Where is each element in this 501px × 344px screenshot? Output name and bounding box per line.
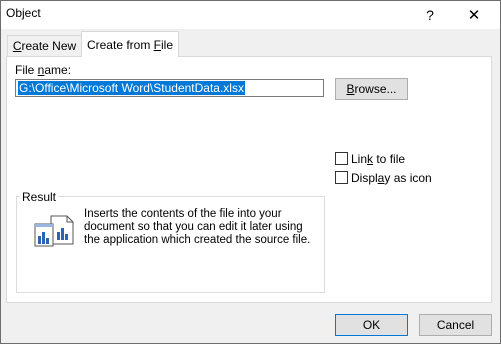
embed-file-chart-icon (34, 215, 74, 247)
link-to-file-label[interactable]: Link to file (351, 152, 405, 166)
file-name-input[interactable]: G:\Office\Microsoft Word\StudentData.xls… (15, 79, 324, 97)
cancel-button[interactable]: Cancel (419, 314, 492, 336)
link-to-file-checkbox[interactable] (335, 152, 348, 165)
ok-button[interactable]: OK (335, 314, 408, 336)
cancel-label: Cancel (436, 318, 475, 332)
browse-button[interactable]: Browse... (335, 78, 408, 100)
file-name-value: G:\Office\Microsoft Word\StudentData.xls… (18, 81, 245, 95)
result-description: Inserts the contents of the file into yo… (84, 208, 311, 246)
title-bar: Object ? ✕ (1, 1, 500, 29)
tab-create-from-file[interactable]: Create from File (81, 31, 179, 57)
dialog-title: Object (6, 6, 41, 20)
ok-label: OK (362, 318, 381, 332)
tab-label: Create New (12, 39, 77, 53)
tab-create-new[interactable]: Create New (7, 35, 82, 56)
display-as-icon-checkbox[interactable] (335, 171, 348, 184)
close-button[interactable]: ✕ (456, 1, 492, 29)
help-icon: ? (426, 7, 434, 23)
close-icon: ✕ (467, 7, 481, 24)
file-name-label: File name: (15, 63, 72, 77)
result-title: Result (20, 190, 59, 204)
help-button[interactable]: ? (415, 1, 445, 29)
display-as-icon-label[interactable]: Display as icon (351, 171, 432, 185)
browse-label: Browse... (346, 82, 397, 96)
tab-label: Create from File (86, 37, 174, 52)
